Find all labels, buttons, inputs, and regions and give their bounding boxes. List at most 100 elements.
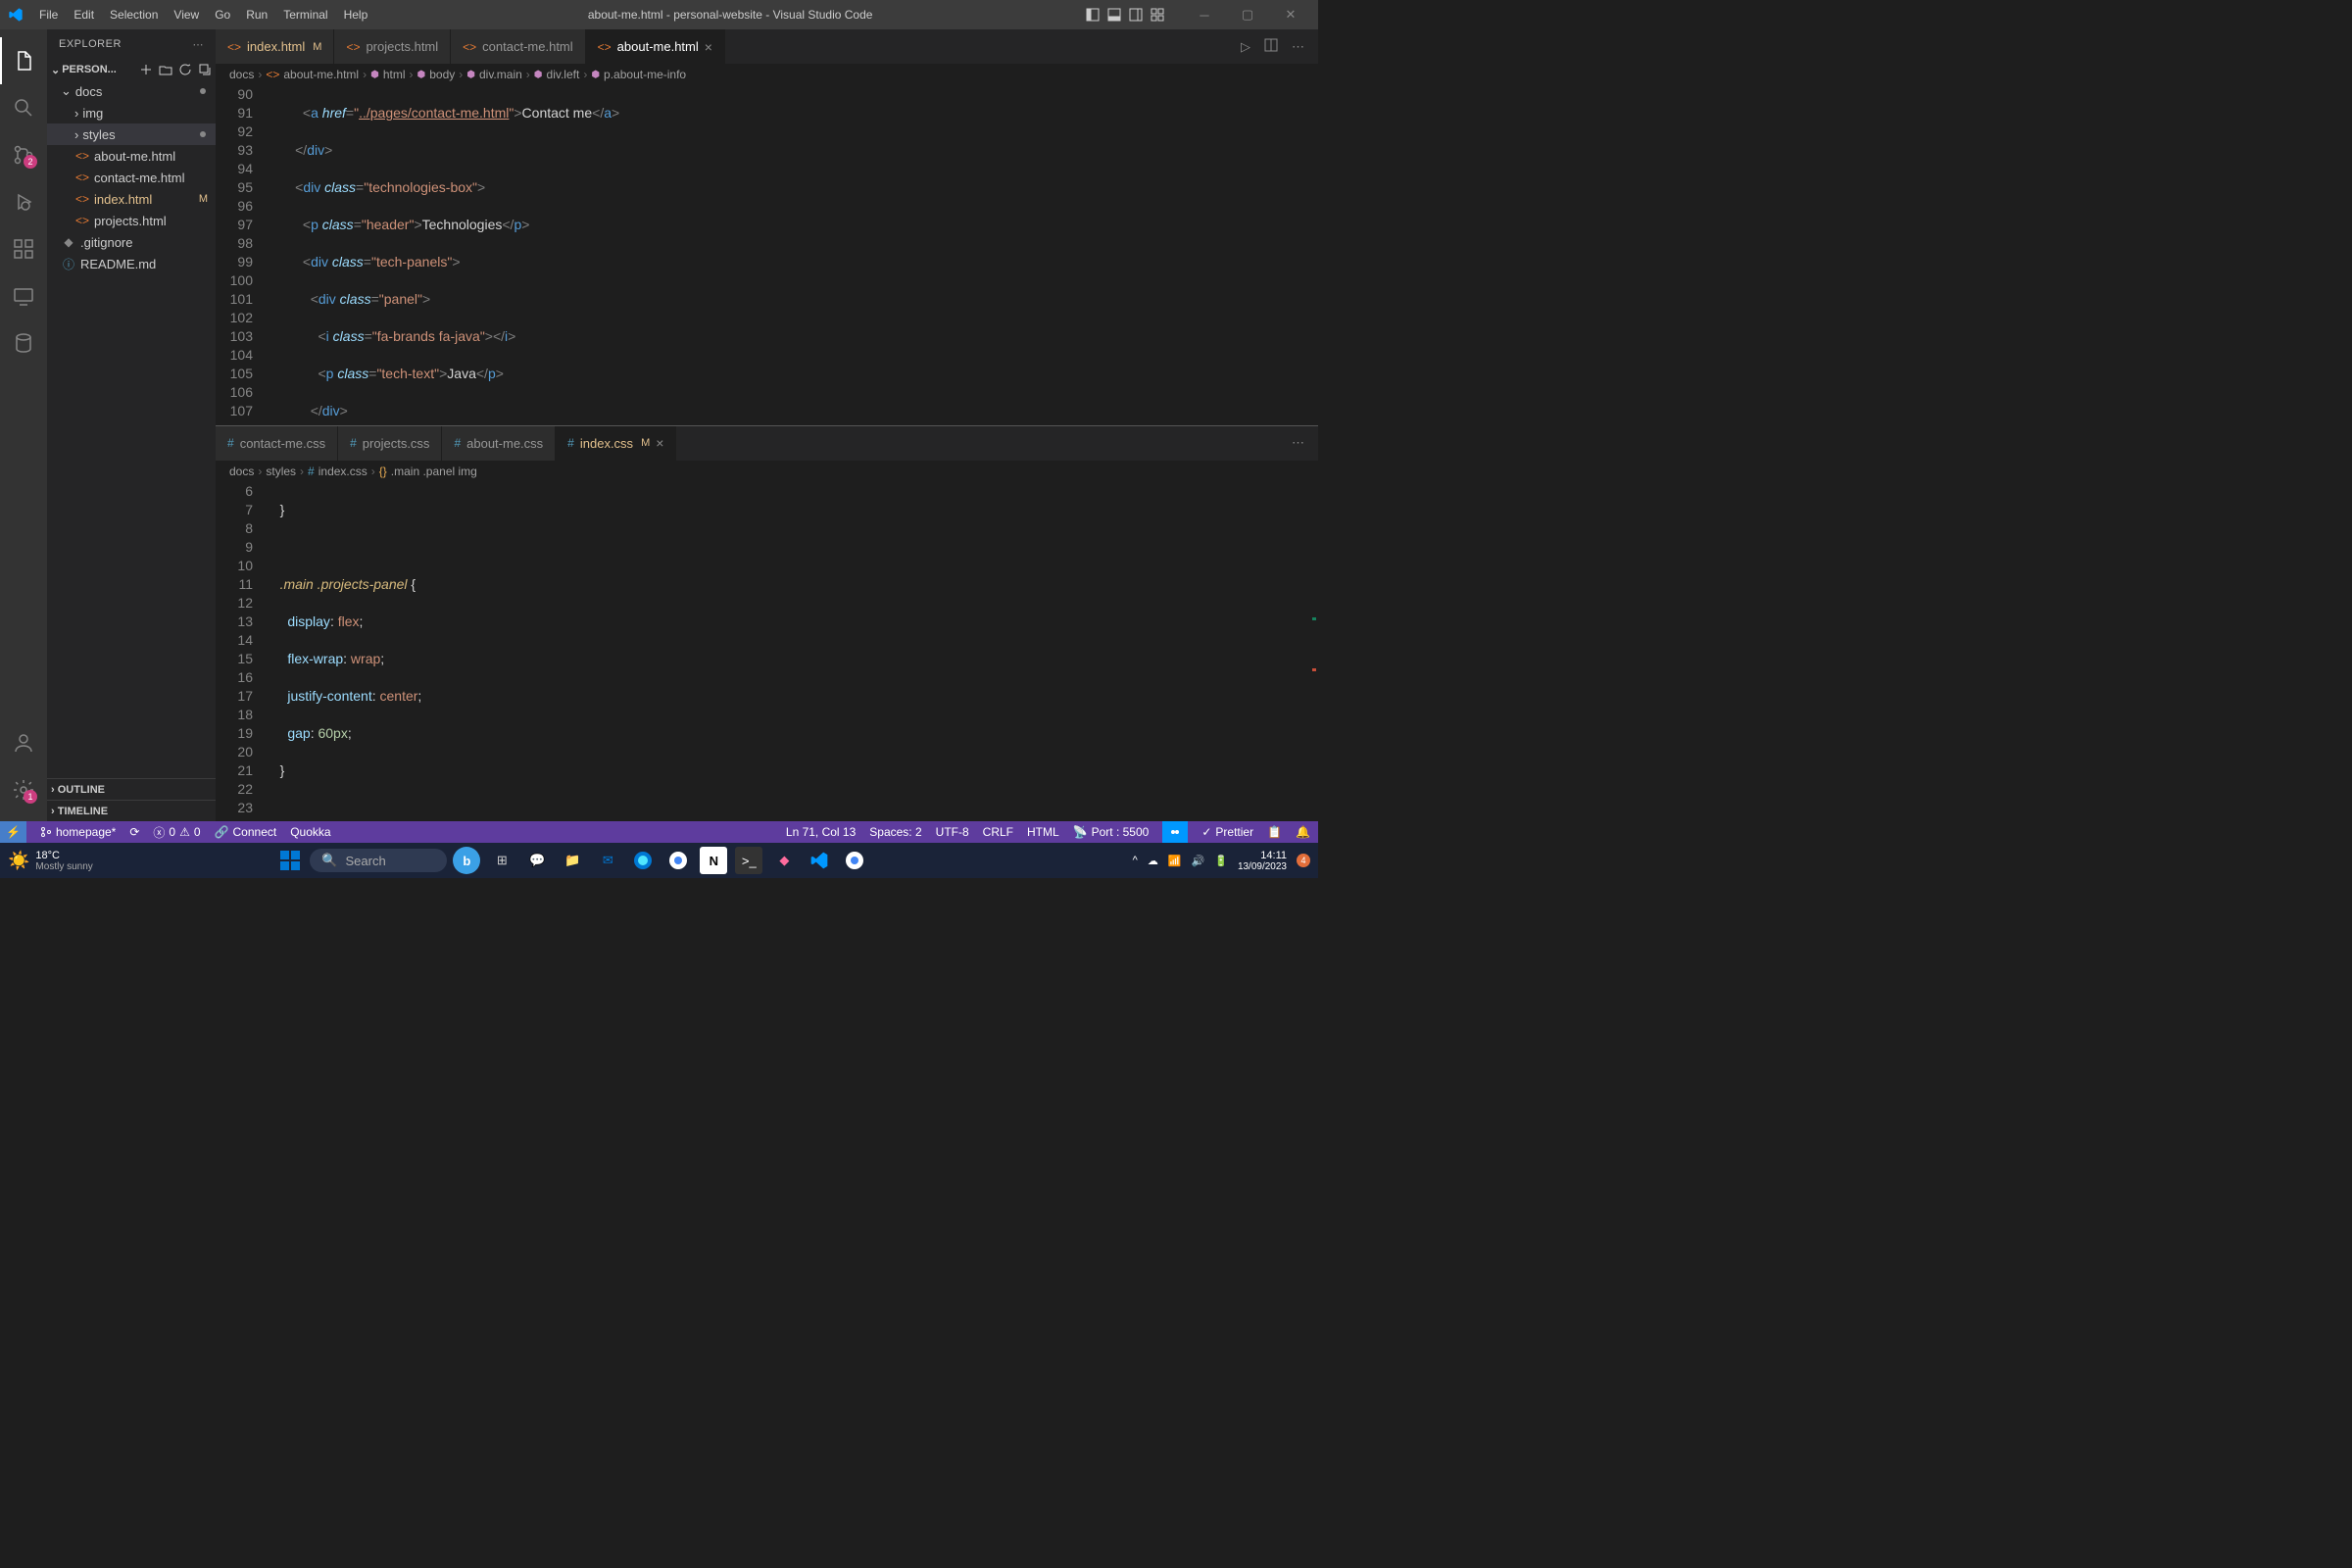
tab-projects-html[interactable]: <>projects.html	[334, 29, 451, 64]
tab-contact-html[interactable]: <>contact-me.html	[451, 29, 586, 64]
language-mode[interactable]: HTML	[1027, 825, 1059, 839]
wifi-icon[interactable]: 📶	[1168, 855, 1182, 867]
code-editor-bottom[interactable]: 67891011121314151617181920212223 } .main…	[216, 482, 1318, 822]
search-icon[interactable]	[0, 84, 47, 131]
breadcrumb-item[interactable]: styles	[266, 465, 296, 478]
onedrive-icon[interactable]: ☁	[1148, 855, 1158, 867]
notification-badge[interactable]: 4	[1297, 854, 1310, 867]
volume-icon[interactable]: 🔊	[1192, 855, 1205, 867]
file-gitignore[interactable]: ◆.gitignore	[47, 231, 216, 253]
connect-button[interactable]: 🔗 Connect	[215, 825, 277, 839]
clock-date[interactable]: 13/09/2023	[1238, 861, 1287, 872]
more-icon[interactable]: ⋯	[1292, 435, 1304, 451]
folder-img[interactable]: ›img	[47, 102, 216, 123]
close-icon[interactable]: ×	[705, 39, 712, 55]
feedback-icon[interactable]: 📋	[1267, 825, 1282, 839]
weather-widget[interactable]: ☀️ 18°CMostly sunny	[8, 850, 93, 872]
layout-customize-icon[interactable]	[1150, 7, 1165, 23]
menu-run[interactable]: Run	[238, 4, 275, 25]
start-button[interactable]	[276, 847, 304, 874]
run-icon[interactable]: ▷	[1241, 39, 1250, 55]
run-debug-icon[interactable]	[0, 178, 47, 225]
chat-icon[interactable]: 💬	[523, 847, 551, 874]
breadcrumb-item[interactable]: index.css	[318, 465, 368, 478]
collapse-all-icon[interactable]	[198, 63, 212, 76]
bing-icon[interactable]: b	[453, 847, 480, 874]
taskbar-search[interactable]: 🔍Search	[310, 849, 447, 872]
notion-icon[interactable]: N	[700, 847, 727, 874]
maximize-button[interactable]: ▢	[1228, 1, 1267, 28]
breadcrumb-item[interactable]: body	[429, 68, 455, 81]
tray-chevron-icon[interactable]: ^	[1133, 855, 1138, 866]
split-editor-icon[interactable]	[1264, 38, 1278, 55]
quokka-status[interactable]: Quokka	[290, 825, 330, 839]
more-icon[interactable]: ⋯	[1292, 39, 1304, 55]
minimize-button[interactable]: ─	[1185, 1, 1224, 28]
eol-status[interactable]: CRLF	[983, 825, 1013, 839]
code-editor-top[interactable]: 9091929394959697989910010110210310410510…	[216, 85, 1318, 425]
app-icon[interactable]: ◆	[770, 847, 798, 874]
layout-sidebar-left-icon[interactable]	[1085, 7, 1101, 23]
encoding-status[interactable]: UTF-8	[936, 825, 969, 839]
live-server-port[interactable]: 📡 Port : 5500	[1073, 825, 1150, 839]
folder-docs[interactable]: ⌄docs	[47, 80, 216, 102]
close-button[interactable]: ✕	[1271, 1, 1310, 28]
database-icon[interactable]	[0, 319, 47, 367]
timeline-section[interactable]: › TIMELINE	[47, 800, 216, 821]
new-file-icon[interactable]	[139, 63, 153, 76]
minimap[interactable]	[1304, 482, 1318, 822]
code-content[interactable]: <a href="../pages/contact-me.html">Conta…	[265, 85, 1304, 425]
explorer-more-icon[interactable]: ⋯	[193, 38, 205, 51]
breadcrumb-item[interactable]: .main .panel img	[391, 465, 477, 478]
breadcrumb-item[interactable]: p.about-me-info	[604, 68, 686, 81]
source-control-icon[interactable]: 2	[0, 131, 47, 178]
tab-about-html[interactable]: <>about-me.html×	[586, 29, 725, 64]
mail-icon[interactable]: ✉	[594, 847, 621, 874]
file-about-me[interactable]: <>about-me.html	[47, 145, 216, 167]
outline-section[interactable]: › OUTLINE	[47, 778, 216, 800]
edge-icon[interactable]	[629, 847, 657, 874]
chrome-icon-2[interactable]	[841, 847, 868, 874]
menu-selection[interactable]: Selection	[102, 4, 166, 25]
breadcrumb-item[interactable]: html	[383, 68, 406, 81]
settings-gear-icon[interactable]: 1	[0, 766, 47, 813]
menu-view[interactable]: View	[166, 4, 207, 25]
close-icon[interactable]: ×	[656, 435, 663, 451]
prettier-status[interactable]: ✓ Prettier	[1201, 825, 1253, 839]
breadcrumb-item[interactable]: docs	[229, 68, 254, 81]
file-projects[interactable]: <>projects.html	[47, 210, 216, 231]
clock-time[interactable]: 14:11	[1238, 850, 1287, 861]
refresh-icon[interactable]	[178, 63, 192, 76]
menu-edit[interactable]: Edit	[66, 4, 102, 25]
problems[interactable]: ⓧ 0 ⚠ 0	[153, 824, 200, 841]
extensions-icon[interactable]	[0, 225, 47, 272]
breadcrumb-item[interactable]: div.left	[547, 68, 580, 81]
battery-icon[interactable]: 🔋	[1214, 855, 1228, 867]
tab-index-css[interactable]: #index.cssM×	[556, 426, 676, 461]
task-view-icon[interactable]: ⊞	[488, 847, 515, 874]
remote-icon[interactable]	[0, 272, 47, 319]
terminal-icon[interactable]: >_	[735, 847, 762, 874]
breadcrumb-top[interactable]: docs› <>about-me.html› ⬢html› ⬢body› ⬢di…	[216, 64, 1318, 85]
layout-sidebar-right-icon[interactable]	[1128, 7, 1144, 23]
bell-icon[interactable]: 🔔	[1296, 825, 1310, 839]
new-folder-icon[interactable]	[159, 63, 172, 76]
project-header[interactable]: ⌄ PERSON...	[47, 59, 216, 80]
breadcrumb-item[interactable]: div.main	[479, 68, 522, 81]
minimap[interactable]	[1304, 85, 1318, 425]
cursor-position[interactable]: Ln 71, Col 13	[786, 825, 856, 839]
file-contact-me[interactable]: <>contact-me.html	[47, 167, 216, 188]
account-icon[interactable]	[0, 719, 47, 766]
breadcrumb-item[interactable]: docs	[229, 465, 254, 478]
menu-help[interactable]: Help	[336, 4, 376, 25]
tab-about-css[interactable]: #about-me.css	[442, 426, 556, 461]
menu-terminal[interactable]: Terminal	[275, 4, 335, 25]
vscode-taskbar-icon[interactable]	[806, 847, 833, 874]
file-readme[interactable]: ⓘREADME.md	[47, 253, 216, 274]
file-explorer-icon[interactable]: 📁	[559, 847, 586, 874]
tab-index-html[interactable]: <>index.htmlM	[216, 29, 334, 64]
copilot-icon[interactable]	[1162, 821, 1188, 843]
menu-file[interactable]: File	[31, 4, 66, 25]
tab-contact-css[interactable]: #contact-me.css	[216, 426, 338, 461]
breadcrumb-bottom[interactable]: docs› styles› #index.css› {}.main .panel…	[216, 461, 1318, 482]
